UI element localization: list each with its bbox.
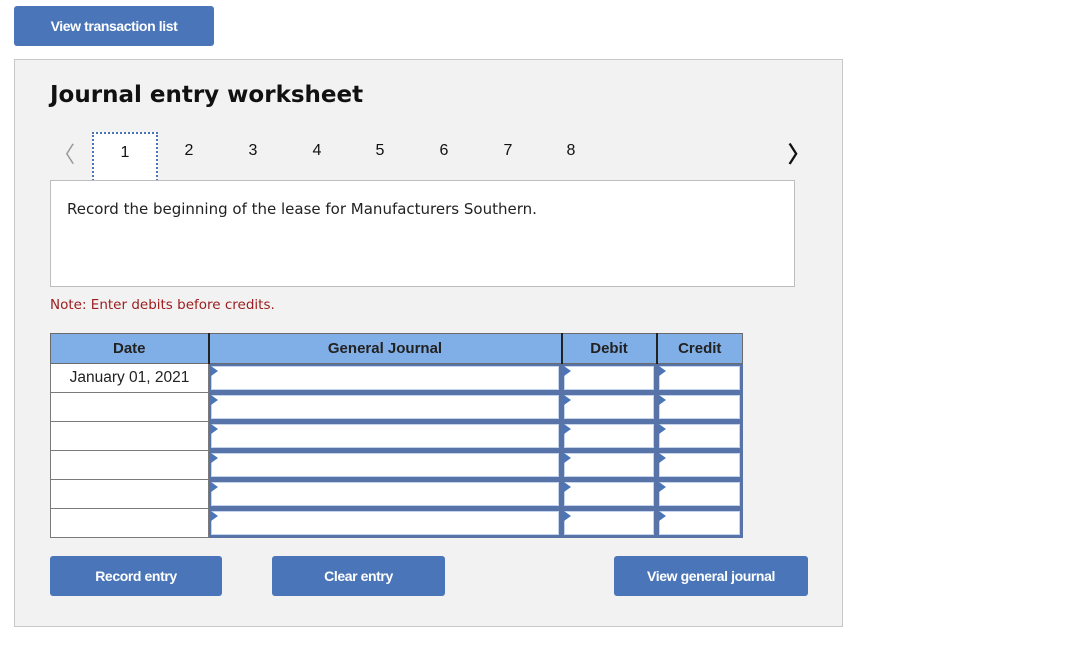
debit-input[interactable] <box>564 511 654 535</box>
credit-input-cell <box>656 392 743 422</box>
journal-table: Date General Journal Debit Credit Januar… <box>50 333 743 538</box>
dropdown-marker-icon <box>564 424 571 434</box>
dropdown-marker-icon <box>211 453 218 463</box>
dropdown-marker-icon <box>564 511 571 521</box>
worksheet-title: Journal entry worksheet <box>50 82 364 108</box>
date-cell <box>50 508 209 538</box>
dropdown-marker-icon <box>211 482 218 492</box>
dropdown-marker-icon <box>211 395 218 405</box>
credit-input[interactable] <box>659 424 740 448</box>
debit-input-cell <box>561 450 657 480</box>
page-tab-4[interactable]: 4 <box>284 132 350 184</box>
record-entry-button[interactable]: Record entry <box>50 556 222 596</box>
credit-input-cell <box>656 363 743 393</box>
debit-input-cell <box>561 421 657 451</box>
dropdown-marker-icon <box>211 366 218 376</box>
account-input-cell <box>208 392 562 422</box>
table-header-row: Date General Journal Debit Credit <box>50 333 743 364</box>
date-cell <box>50 421 209 451</box>
view-general-journal-button[interactable]: View general journal <box>614 556 808 596</box>
account-input[interactable] <box>211 395 559 419</box>
credit-input-cell <box>656 421 743 451</box>
credit-input[interactable] <box>659 453 740 477</box>
header-credit: Credit <box>656 333 743 364</box>
date-cell <box>50 479 209 509</box>
chevron-left-icon[interactable]: 〈 <box>53 137 75 169</box>
page-tab-1[interactable]: 1 <box>92 132 158 184</box>
debit-input[interactable] <box>564 424 654 448</box>
account-input[interactable] <box>211 366 559 390</box>
journal-entry-worksheet-panel: Journal entry worksheet 〈 12345678 〉 Rec… <box>14 59 843 627</box>
account-input-cell <box>208 479 562 509</box>
table-row <box>50 392 743 422</box>
debit-input[interactable] <box>564 482 654 506</box>
table-row <box>50 450 743 480</box>
page-tab-6[interactable]: 6 <box>411 132 477 184</box>
debit-input-cell <box>561 508 657 538</box>
debit-input[interactable] <box>564 395 654 419</box>
debit-input-cell <box>561 479 657 509</box>
credit-input-cell <box>656 450 743 480</box>
page-tab-5[interactable]: 5 <box>347 132 413 184</box>
credit-input[interactable] <box>659 366 740 390</box>
credit-input[interactable] <box>659 511 740 535</box>
dropdown-marker-icon <box>659 453 666 463</box>
page-tab-8[interactable]: 8 <box>538 132 604 184</box>
account-input-cell <box>208 508 562 538</box>
page-tab-3[interactable]: 3 <box>220 132 286 184</box>
view-transaction-list-button[interactable]: View transaction list <box>14 6 214 46</box>
clear-entry-button[interactable]: Clear entry <box>272 556 445 596</box>
dropdown-marker-icon <box>659 511 666 521</box>
header-general-journal: General Journal <box>208 333 563 364</box>
account-input[interactable] <box>211 482 559 506</box>
chevron-right-icon[interactable]: 〉 <box>788 137 810 169</box>
header-date: Date <box>50 333 210 364</box>
dropdown-marker-icon <box>211 424 218 434</box>
account-input[interactable] <box>211 511 559 535</box>
credit-input[interactable] <box>659 395 740 419</box>
credit-input-cell <box>656 479 743 509</box>
page-tab-7[interactable]: 7 <box>475 132 541 184</box>
date-cell <box>50 392 209 422</box>
table-row: January 01, 2021 <box>50 363 743 393</box>
account-input-cell <box>208 363 562 393</box>
debit-input-cell <box>561 363 657 393</box>
credit-input-cell <box>656 508 743 538</box>
table-row <box>50 479 743 509</box>
account-input[interactable] <box>211 424 559 448</box>
table-row <box>50 508 743 538</box>
account-input[interactable] <box>211 453 559 477</box>
debit-input[interactable] <box>564 366 654 390</box>
account-input-cell <box>208 450 562 480</box>
dropdown-marker-icon <box>564 395 571 405</box>
account-input-cell <box>208 421 562 451</box>
table-row <box>50 421 743 451</box>
dropdown-marker-icon <box>659 395 666 405</box>
dropdown-marker-icon <box>659 482 666 492</box>
dropdown-marker-icon <box>211 511 218 521</box>
entry-note: Note: Enter debits before credits. <box>50 297 275 313</box>
dropdown-marker-icon <box>564 453 571 463</box>
dropdown-marker-icon <box>659 366 666 376</box>
dropdown-marker-icon <box>659 424 666 434</box>
dropdown-marker-icon <box>564 366 571 376</box>
page-tab-2[interactable]: 2 <box>156 132 222 184</box>
debit-input[interactable] <box>564 453 654 477</box>
credit-input[interactable] <box>659 482 740 506</box>
date-cell: January 01, 2021 <box>50 363 209 393</box>
debit-input-cell <box>561 392 657 422</box>
dropdown-marker-icon <box>564 482 571 492</box>
entry-pager: 〈 12345678 〉 <box>15 132 844 184</box>
date-cell <box>50 450 209 480</box>
header-debit: Debit <box>561 333 658 364</box>
entry-description: Record the beginning of the lease for Ma… <box>50 180 795 287</box>
